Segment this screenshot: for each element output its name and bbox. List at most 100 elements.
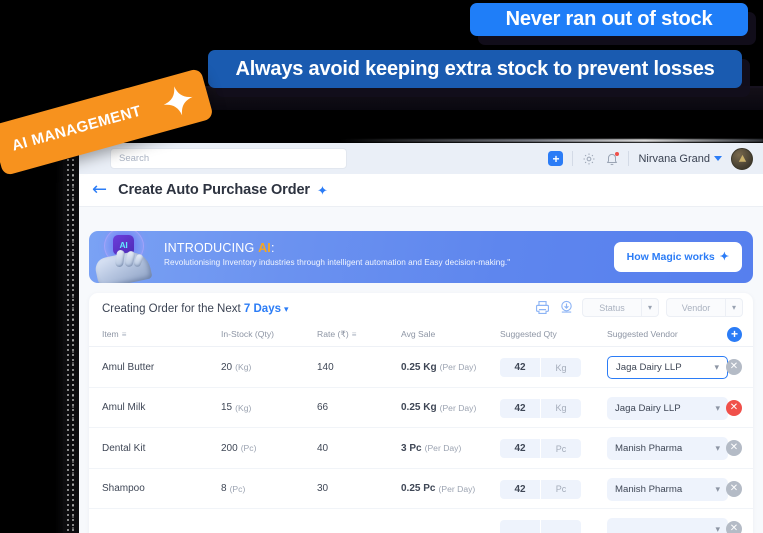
robot-hand-ai-chip-icon: AI (93, 231, 158, 283)
cell-avg-sale: 0.25 Kg (Per Day) (401, 388, 476, 429)
cell-in-stock (221, 509, 224, 533)
column-in-stock: In-Stock (Qty) (221, 329, 274, 339)
gear-icon[interactable] (582, 152, 596, 166)
cell-vendor-label: Jaga Dairy LLP (615, 402, 681, 414)
cell-rate: 40 (317, 442, 329, 454)
page-title: Create Auto Purchase Order (118, 182, 310, 198)
how-magic-works-button[interactable]: How Magic works ✦ (613, 242, 742, 272)
printer-icon[interactable] (534, 299, 551, 316)
delete-row-button[interactable]: ✕ (726, 399, 742, 416)
add-row-button[interactable]: + (727, 327, 742, 342)
vendor-filter[interactable]: Vendor ▾ (666, 298, 743, 317)
cell-avg-sale-value: 0.25 Kg (401, 361, 437, 373)
cell-in-stock-qty: 200 (221, 442, 238, 454)
delete-row-button[interactable]: ✕ (726, 359, 742, 375)
table-row[interactable]: Shampoo 8 (Pc) 30 0.25 Pc (Per Day) 42 P… (89, 469, 753, 510)
table-heading: Creating Order for the Next 7 Days ▾ (102, 303, 289, 315)
cell-in-stock: 15 (Kg) (221, 388, 251, 429)
cell-avg-sale: 0.25 Pc (Per Day) (401, 469, 475, 510)
cell-item: Dental Kit (102, 442, 146, 454)
screenshot-stage: Search + Nirvana Grand ← Create Auto Pur… (0, 0, 763, 533)
cell-vendor-label: Manish Pharma (615, 483, 683, 495)
cell-avg-sale-value: 3 Pc (401, 442, 422, 454)
ai-chip-label: AI (119, 240, 128, 250)
left-rail-texture (66, 148, 77, 533)
table-row[interactable]: Amul Butter 20 (Kg) 140 0.25 Kg (Per Day… (89, 347, 753, 388)
column-avg-sale: Avg Sale (401, 329, 435, 339)
column-rate[interactable]: Rate (₹) ≡ (317, 329, 356, 340)
chevron-down-icon: ▾ (715, 443, 720, 453)
cell-suggested-qty[interactable] (500, 520, 540, 533)
cell-vendor-select[interactable]: Jaga Dairy LLP ▾ (607, 396, 728, 420)
table-row[interactable]: Amul Milk 15 (Kg) 66 0.25 Kg (Per Day) 4… (89, 388, 753, 429)
cell-in-stock-unit: (Pc) (240, 443, 257, 454)
ai-banner-text: INTRODUCING AI: Revolutionising Inventor… (164, 241, 510, 267)
cell-vendor-select[interactable]: Manish Pharma ▾ (607, 437, 728, 460)
delete-row-button[interactable]: ✕ (726, 521, 742, 533)
toolbar-divider (572, 151, 574, 166)
chevron-down-icon (714, 156, 722, 161)
cell-suggested-qty[interactable]: 42 (500, 358, 540, 377)
ai-banner-subtitle: Revolutionising Inventory industries thr… (164, 258, 511, 267)
table-row[interactable]: ▾ ✕ (89, 509, 753, 533)
column-item[interactable]: Item ≡ (102, 329, 126, 339)
cell-avg-sale-period: (Per Day) (439, 402, 477, 413)
cell-vendor-select[interactable]: Jaga Dairy LLP ▾ (607, 356, 728, 379)
sort-icon: ≡ (351, 330, 357, 339)
column-rate-label: Rate (₹) (317, 329, 349, 339)
column-suggested-vendor: Suggested Vendor (607, 329, 678, 339)
chevron-down-icon: ▾ (715, 524, 720, 533)
tenant-label: Nirvana Grand (638, 152, 710, 165)
cell-suggested-qty[interactable]: 42 (500, 398, 540, 418)
ai-title-highlight: AI (258, 241, 271, 255)
cell-suggested-qty[interactable]: 42 (500, 479, 540, 499)
cell-avg-sale: 3 Pc (Per Day) (401, 428, 461, 469)
tenant-selector[interactable]: Nirvana Grand (638, 153, 722, 165)
cell-in-stock-qty: 8 (221, 483, 227, 495)
delete-row-button[interactable]: ✕ (726, 480, 742, 497)
cell-rate: 66 (317, 402, 329, 414)
topbar-actions: + Nirvana Grand (548, 143, 753, 174)
avatar[interactable] (731, 147, 753, 170)
cell-in-stock: 200 (Pc) (221, 428, 256, 469)
cell-suggested-unit: Pc (541, 479, 581, 499)
app-topbar: Search + Nirvana Grand (79, 143, 763, 174)
cell-suggested-unit: Pc (541, 439, 581, 458)
column-suggested-qty: Suggested Qty (500, 329, 557, 339)
download-icon[interactable] (558, 299, 575, 316)
search-input[interactable]: Search (110, 148, 347, 169)
device-edge-glint (340, 139, 763, 142)
how-magic-works-label: How Magic works (626, 251, 715, 263)
days-selector[interactable]: 7 Days (244, 303, 281, 315)
sparkle-star-icon (160, 82, 197, 119)
overlay-banner-top: Never ran out of stock (470, 3, 748, 36)
add-button[interactable]: + (548, 151, 564, 166)
arrow-left-icon[interactable]: ← (92, 181, 107, 199)
app-window: Search + Nirvana Grand ← Create Auto Pur… (79, 143, 763, 533)
cell-vendor-select[interactable]: ▾ (607, 518, 728, 533)
cell-suggested-unit: Kg (541, 398, 581, 418)
bell-icon[interactable] (605, 151, 620, 166)
column-in-stock-label: In-Stock (Qty) (221, 329, 275, 339)
heading-prefix: Creating Order for the Next (102, 303, 244, 315)
table-row[interactable]: Dental Kit 200 (Pc) 40 3 Pc (Per Day) 42… (89, 428, 753, 469)
table-toolbar: Creating Order for the Next 7 Days ▾ Sta… (89, 293, 753, 325)
ai-intro-banner: AI INTRODUCING AI: Revolutionising Inven… (89, 231, 753, 283)
chevron-down-icon[interactable]: ▾ (284, 304, 289, 314)
chevron-down-icon: ▾ (725, 299, 742, 316)
table-toolbar-actions: Status ▾ Vendor ▾ (534, 298, 743, 317)
cell-in-stock-unit: (Pc) (229, 483, 246, 494)
cell-vendor-select[interactable]: Manish Pharma ▾ (607, 477, 728, 501)
cell-avg-sale (401, 509, 404, 533)
delete-row-button[interactable]: ✕ (726, 440, 742, 456)
column-item-label: Item (102, 329, 119, 339)
sort-icon: ≡ (121, 329, 127, 339)
cell-avg-sale-period: (Per Day) (424, 443, 462, 454)
cell-item: Amul Butter (102, 361, 155, 373)
chevron-down-icon: ▾ (715, 402, 720, 413)
ai-title-suffix: : (270, 241, 275, 255)
cell-suggested-qty[interactable]: 42 (500, 439, 540, 458)
status-filter[interactable]: Status ▾ (582, 298, 659, 317)
cell-in-stock-qty: 20 (221, 361, 233, 373)
overlay-banner-second: Always avoid keeping extra stock to prev… (208, 50, 742, 88)
